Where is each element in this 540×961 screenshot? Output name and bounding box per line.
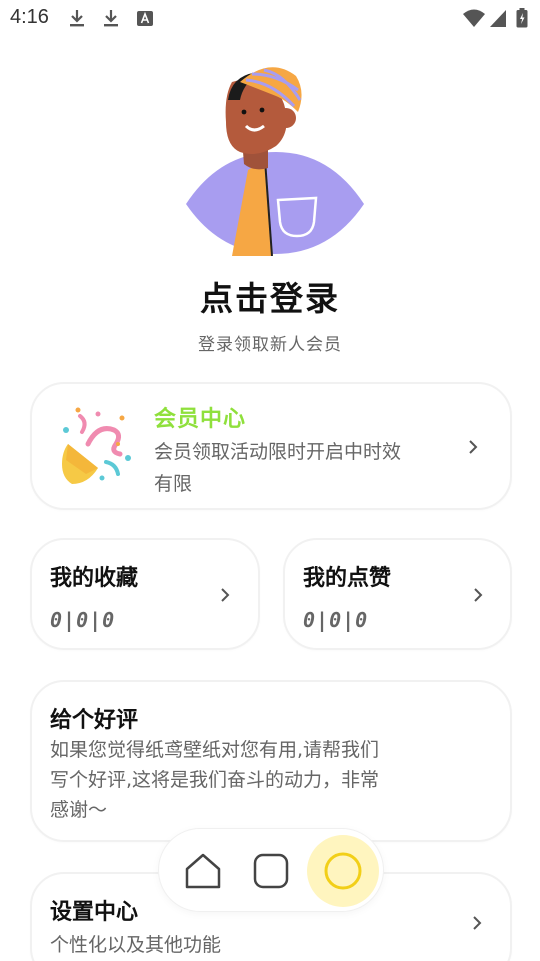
rate-us-card[interactable]: 给个好评 如果您觉得纸鸢壁纸对您有用,请帮我们写个好评,这将是我们奋斗的动力，非…: [30, 680, 512, 842]
chevron-right-icon: [470, 914, 484, 932]
my-favorites-card[interactable]: 我的收藏 0|0|0: [30, 538, 260, 650]
status-time: 4:16: [10, 6, 49, 28]
member-center-title: 会员中心: [154, 407, 247, 432]
rate-us-title: 给个好评: [50, 708, 139, 733]
member-center-description: 会员领取活动限时开启中时效有限: [154, 441, 402, 495]
download-icon: [68, 8, 86, 28]
user-avatar[interactable]: [180, 60, 370, 256]
my-likes-title: 我的点赞: [303, 566, 392, 591]
my-likes-count: 0|0|0: [303, 608, 369, 632]
square-icon[interactable]: [241, 841, 301, 901]
my-favorites-title: 我的收藏: [50, 566, 139, 591]
my-favorites-count: 0|0|0: [50, 608, 116, 632]
login-title[interactable]: 点击登录: [0, 272, 540, 320]
rate-us-description: 如果您觉得纸鸢壁纸对您有用,请帮我们写个好评,这将是我们奋斗的动力，非常感谢～: [50, 739, 380, 821]
signal-icon: [488, 8, 508, 28]
download-icon: [102, 8, 120, 28]
battery-icon: [516, 8, 528, 28]
login-subtitle: 登录领取新人会员: [198, 335, 342, 355]
wifi-icon: [462, 8, 486, 28]
chevron-right-icon: [218, 586, 232, 604]
my-likes-card[interactable]: 我的点赞 0|0|0: [283, 538, 512, 650]
party-popper-icon: [58, 404, 138, 490]
home-icon[interactable]: [173, 841, 233, 901]
settings-center-title: 设置中心: [50, 900, 139, 925]
circle-icon[interactable]: [305, 833, 381, 909]
floating-bottom-nav: [158, 828, 384, 912]
member-center-card[interactable]: 会员中心 会员领取活动限时开启中时效有限: [30, 382, 512, 510]
settings-center-description: 个性化以及其他功能: [50, 934, 222, 956]
font-icon: [136, 8, 154, 28]
status-bar: 4:16: [0, 0, 540, 36]
chevron-right-icon: [466, 438, 480, 456]
chevron-right-icon: [471, 586, 485, 604]
